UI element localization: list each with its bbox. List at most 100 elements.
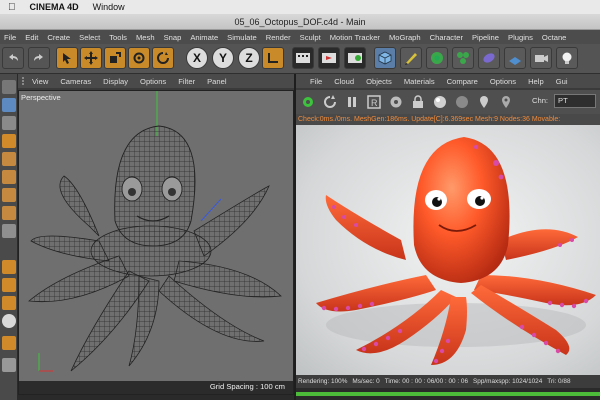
camera-icon[interactable] — [530, 47, 552, 69]
render-image[interactable] — [296, 125, 600, 375]
cube-icon[interactable] — [374, 47, 396, 69]
channel-select[interactable]: PT — [554, 94, 596, 108]
pick-focus-icon[interactable] — [476, 94, 492, 110]
axis-x-button[interactable]: X — [186, 47, 208, 69]
macos-app-name[interactable]: CINEMA 4D — [30, 2, 79, 12]
live-selection-icon[interactable] — [56, 47, 78, 69]
render-settings-icon[interactable] — [344, 47, 366, 69]
menu-octane[interactable]: Octane — [542, 33, 566, 42]
render-menu-objects[interactable]: Objects — [366, 77, 392, 86]
menu-motion-tracker[interactable]: Motion Tracker — [330, 33, 380, 42]
viewport-label: Perspective — [21, 93, 61, 102]
svg-text:R: R — [371, 98, 378, 108]
menu-mograph[interactable]: MoGraph — [389, 33, 421, 42]
floor-icon[interactable] — [504, 47, 526, 69]
apple-icon[interactable]:  — [8, 2, 16, 13]
viewport-menu-display[interactable]: Display — [103, 77, 128, 86]
render-status-text: Check:0ms./0ms. MeshGen:186ms. Update[C]… — [296, 114, 600, 125]
recent-tool-icon[interactable] — [152, 47, 174, 69]
menu-tools[interactable]: Tools — [109, 33, 127, 42]
render-menu-help[interactable]: Help — [528, 77, 544, 86]
menu-character[interactable]: Character — [430, 33, 463, 42]
light-icon[interactable] — [556, 47, 578, 69]
macos-menubar:  CINEMA 4D Window — [0, 0, 600, 14]
mode-palette — [0, 74, 18, 400]
mograph-cloner-icon[interactable] — [452, 47, 474, 69]
model-mode-icon[interactable] — [2, 98, 16, 112]
enable-axis-icon[interactable] — [2, 260, 16, 274]
viewport-menu-cameras[interactable]: Cameras — [60, 77, 91, 86]
menu-create[interactable]: Create — [47, 33, 70, 42]
polygons-mode-icon[interactable] — [2, 188, 16, 202]
menu-file[interactable]: File — [4, 33, 16, 42]
render-settings-gear-icon[interactable] — [388, 94, 404, 110]
menu-edit[interactable]: Edit — [25, 33, 38, 42]
render-tri: Tri: 0/88 — [547, 378, 571, 385]
render-to-picture-viewer-icon[interactable] — [318, 47, 340, 69]
octane-gear-icon[interactable] — [300, 94, 316, 110]
channel-label: Chn: — [532, 96, 549, 105]
menu-mesh[interactable]: Mesh — [136, 33, 155, 42]
menu-simulate[interactable]: Simulate — [227, 33, 257, 42]
lock-icon[interactable] — [410, 94, 426, 110]
menu-select[interactable]: Select — [79, 33, 100, 42]
render-time: Time: 00 : 00 : 06/00 : 00 : 06 — [384, 378, 468, 385]
axis-mode-icon[interactable] — [2, 206, 16, 220]
redo-icon[interactable] — [28, 47, 50, 69]
render-menu-cloud[interactable]: Cloud — [334, 77, 354, 86]
workplane-mode-icon[interactable] — [2, 134, 16, 148]
viewport-menu-panel[interactable]: Panel — [207, 77, 226, 86]
render-menu-file[interactable]: File — [310, 77, 322, 86]
scale-icon[interactable] — [104, 47, 126, 69]
render-view-toolbar: R Chn: PT — [296, 90, 600, 114]
render-menu-options[interactable]: Options — [490, 77, 516, 86]
material-ball-icon[interactable] — [432, 94, 448, 110]
viewport-menu-options[interactable]: Options — [140, 77, 166, 86]
paint-icon[interactable] — [2, 358, 16, 372]
pick-material-icon[interactable] — [498, 94, 514, 110]
menu-pipeline[interactable]: Pipeline — [472, 33, 499, 42]
deformer-icon[interactable] — [478, 47, 500, 69]
axis-y-button[interactable]: Y — [212, 47, 234, 69]
edges-mode-icon[interactable] — [2, 170, 16, 184]
color-picker-icon[interactable] — [454, 94, 470, 110]
render-percent: Rendering: 100% — [298, 378, 348, 385]
region-render-icon[interactable]: R — [366, 94, 382, 110]
workplane-lock-icon[interactable] — [2, 296, 16, 310]
viewport-menu-filter[interactable]: Filter — [178, 77, 195, 86]
restart-render-icon[interactable] — [322, 94, 338, 110]
menu-animate[interactable]: Animate — [190, 33, 218, 42]
render-menu-gui[interactable]: Gui — [556, 77, 568, 86]
points-mode-icon[interactable] — [2, 152, 16, 166]
render-menu-compare[interactable]: Compare — [447, 77, 478, 86]
make-editable-icon[interactable] — [2, 80, 16, 94]
pen-spline-icon[interactable] — [400, 47, 422, 69]
coordinate-system-icon[interactable] — [262, 47, 284, 69]
solo-mode-icon[interactable] — [2, 314, 16, 328]
tweak-mode-icon[interactable] — [2, 224, 16, 238]
menu-render[interactable]: Render — [266, 33, 291, 42]
snap-settings-icon[interactable] — [2, 336, 16, 350]
render-stats-bar: Rendering: 100% Ms/sec: 0 Time: 00 : 00 … — [296, 375, 600, 388]
texture-mode-icon[interactable] — [2, 116, 16, 130]
timeline-strip — [18, 395, 296, 400]
grid-spacing-text: Grid Spacing : 100 cm — [209, 382, 285, 391]
move-icon[interactable] — [80, 47, 102, 69]
perspective-viewport[interactable]: Perspective Grid Spacing : 100 cm — [18, 90, 294, 395]
panel-grip-icon[interactable] — [22, 77, 28, 85]
render-view-icon[interactable] — [292, 47, 314, 69]
pause-render-icon[interactable] — [344, 94, 360, 110]
menu-sculpt[interactable]: Sculpt — [300, 33, 321, 42]
menu-plugins[interactable]: Plugins — [508, 33, 533, 42]
snap-toggle-icon[interactable] — [2, 278, 16, 292]
undo-icon[interactable] — [2, 47, 24, 69]
render-menu-materials[interactable]: Materials — [404, 77, 435, 86]
rotate-icon[interactable] — [128, 47, 150, 69]
menu-snap[interactable]: Snap — [164, 33, 182, 42]
main-menu: File Edit Create Select Tools Mesh Snap … — [0, 30, 600, 44]
axis-z-button[interactable]: Z — [238, 47, 260, 69]
render-view-menu: File Cloud Objects Materials Compare Opt… — [296, 74, 600, 88]
generator-subdivision-icon[interactable] — [426, 47, 448, 69]
viewport-menu-view[interactable]: View — [32, 77, 48, 86]
macos-menu-window[interactable]: Window — [93, 2, 125, 12]
